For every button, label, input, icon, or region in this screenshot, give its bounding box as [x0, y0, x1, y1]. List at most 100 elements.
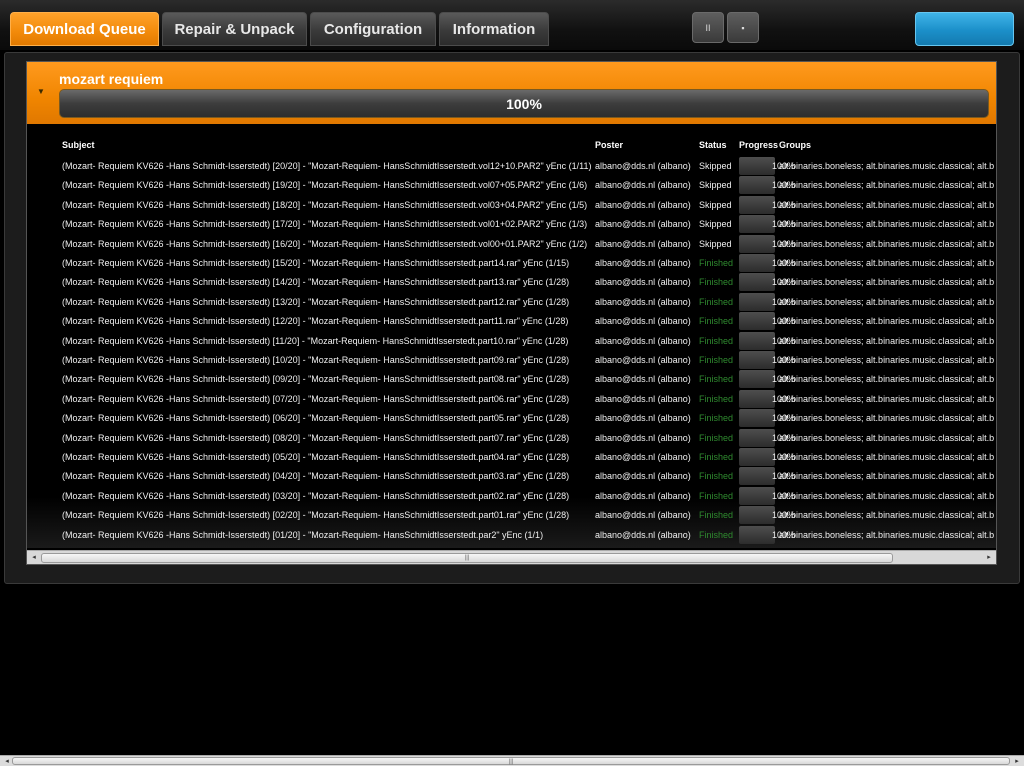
row-poster: albano@dds.nl (albano) [595, 277, 691, 288]
page-horizontal-scrollbar[interactable]: ◂ ||| ▸ [0, 755, 1024, 766]
save-icon: ▪ [741, 22, 745, 33]
column-header-groups[interactable]: Groups [779, 140, 811, 150]
row-groups: alt.binaries.boneless; alt.binaries.musi… [779, 452, 995, 462]
row-groups: alt.binaries.boneless; alt.binaries.musi… [779, 529, 995, 540]
column-header-poster[interactable]: Poster [595, 140, 623, 150]
row-status: Finished [699, 510, 734, 521]
row-status: Finished [699, 529, 734, 540]
row-groups: alt.binaries.boneless; alt.binaries.musi… [779, 355, 995, 365]
column-header-progress[interactable]: Progress [739, 140, 778, 150]
row-groups: alt.binaries.boneless; alt.binaries.musi… [779, 393, 995, 404]
tab-repair-unpack[interactable]: Repair & Unpack [162, 12, 307, 46]
row-subject: (Mozart- Requiem KV626 -Hans Schmidt-Iss… [62, 219, 588, 230]
table-row[interactable]: (Mozart- Requiem KV626 -Hans Schmidt-Iss… [27, 389, 996, 409]
table-row[interactable]: (Mozart- Requiem KV626 -Hans Schmidt-Iss… [27, 215, 996, 234]
group-header: ▼ mozart requiem 100% [27, 62, 996, 124]
article-table: Subject Poster Status Progress Groups (M… [27, 124, 996, 548]
row-progress-bar [739, 292, 775, 311]
row-status: Finished [699, 277, 734, 288]
action-button[interactable] [915, 12, 1014, 46]
row-subject: (Mozart- Requiem KV626 -Hans Schmidt-Iss… [62, 510, 570, 521]
row-poster: albano@dds.nl (albano) [595, 355, 691, 365]
row-poster: albano@dds.nl (albano) [595, 374, 691, 385]
pause-button[interactable]: II [692, 12, 724, 43]
row-status: Finished [699, 413, 734, 424]
row-subject: (Mozart- Requiem KV626 -Hans Schmidt-Iss… [62, 355, 570, 365]
row-progress-bar [739, 389, 775, 408]
row-progress-bar [739, 506, 775, 525]
tab-download-queue[interactable]: Download Queue [10, 12, 159, 46]
row-subject: (Mozart- Requiem KV626 -Hans Schmidt-Iss… [62, 452, 570, 462]
table-row[interactable]: (Mozart- Requiem KV626 -Hans Schmidt-Iss… [27, 331, 996, 351]
table-row[interactable]: (Mozart- Requiem KV626 -Hans Schmidt-Iss… [27, 195, 996, 215]
table-row[interactable]: (Mozart- Requiem KV626 -Hans Schmidt-Iss… [27, 506, 996, 525]
pause-icon: II [705, 22, 711, 33]
row-progress-bar [739, 370, 775, 389]
row-subject: (Mozart- Requiem KV626 -Hans Schmidt-Iss… [62, 393, 570, 404]
row-status: Finished [699, 490, 734, 501]
tab-information[interactable]: Information [439, 12, 549, 46]
table-row[interactable]: (Mozart- Requiem KV626 -Hans Schmidt-Iss… [27, 467, 996, 486]
row-poster: albano@dds.nl (albano) [595, 219, 691, 230]
row-poster: albano@dds.nl (albano) [595, 199, 691, 210]
table-row[interactable]: (Mozart- Requiem KV626 -Hans Schmidt-Iss… [27, 292, 996, 312]
table-horizontal-scrollbar[interactable]: ◂ ||| ▸ [27, 550, 996, 564]
tab-configuration[interactable]: Configuration [310, 12, 436, 46]
chevron-down-icon[interactable]: ▼ [37, 87, 47, 97]
table-row[interactable]: (Mozart- Requiem KV626 -Hans Schmidt-Iss… [27, 234, 996, 254]
page-scrollbar-thumb[interactable]: ||| [12, 757, 1010, 765]
row-progress-bar [739, 176, 775, 195]
row-groups: alt.binaries.boneless; alt.binaries.musi… [779, 219, 995, 230]
row-progress-bar [739, 351, 775, 369]
row-groups: alt.binaries.boneless; alt.binaries.musi… [779, 277, 995, 288]
table-row[interactable]: (Mozart- Requiem KV626 -Hans Schmidt-Iss… [27, 370, 996, 389]
row-status: Finished [699, 296, 734, 307]
group-title: mozart requiem [59, 71, 164, 87]
row-groups: alt.binaries.boneless; alt.binaries.musi… [779, 490, 995, 501]
row-progress-bar [739, 215, 775, 234]
row-status: Finished [699, 471, 734, 482]
scroll-left-icon[interactable]: ◂ [29, 553, 39, 563]
page-scroll-right-icon[interactable]: ▸ [1012, 757, 1022, 766]
row-subject: (Mozart- Requiem KV626 -Hans Schmidt-Iss… [62, 432, 570, 443]
row-subject: (Mozart- Requiem KV626 -Hans Schmidt-Iss… [62, 277, 570, 288]
table-row[interactable]: (Mozart- Requiem KV626 -Hans Schmidt-Iss… [27, 176, 996, 195]
page-scroll-left-icon[interactable]: ◂ [2, 757, 12, 766]
row-subject: (Mozart- Requiem KV626 -Hans Schmidt-Iss… [62, 316, 569, 327]
row-groups: alt.binaries.boneless; alt.binaries.musi… [779, 199, 995, 210]
table-row[interactable]: (Mozart- Requiem KV626 -Hans Schmidt-Iss… [27, 312, 996, 331]
row-poster: albano@dds.nl (albano) [595, 238, 691, 249]
row-groups: alt.binaries.boneless; alt.binaries.musi… [779, 161, 995, 171]
table-row[interactable]: (Mozart- Requiem KV626 -Hans Schmidt-Iss… [27, 254, 996, 273]
row-groups: alt.binaries.boneless; alt.binaries.musi… [779, 238, 995, 249]
group-progress-bar: 100% [59, 89, 989, 118]
row-progress-bar [739, 525, 775, 544]
table-row[interactable]: (Mozart- Requiem KV626 -Hans Schmidt-Iss… [27, 351, 996, 370]
row-status: Finished [699, 258, 734, 268]
row-groups: alt.binaries.boneless; alt.binaries.musi… [779, 374, 995, 385]
row-subject: (Mozart- Requiem KV626 -Hans Schmidt-Iss… [62, 413, 570, 424]
save-button[interactable]: ▪ [727, 12, 759, 43]
column-header-subject[interactable]: Subject [62, 140, 95, 150]
row-poster: albano@dds.nl (albano) [595, 296, 691, 307]
table-row[interactable]: (Mozart- Requiem KV626 -Hans Schmidt-Iss… [27, 428, 996, 448]
row-groups: alt.binaries.boneless; alt.binaries.musi… [779, 413, 995, 424]
row-subject: (Mozart- Requiem KV626 -Hans Schmidt-Iss… [62, 199, 588, 210]
table-row[interactable]: (Mozart- Requiem KV626 -Hans Schmidt-Iss… [27, 409, 996, 428]
row-subject: (Mozart- Requiem KV626 -Hans Schmidt-Iss… [62, 490, 570, 501]
row-poster: albano@dds.nl (albano) [595, 529, 691, 540]
table-row[interactable]: (Mozart- Requiem KV626 -Hans Schmidt-Iss… [27, 525, 996, 545]
row-subject: (Mozart- Requiem KV626 -Hans Schmidt-Iss… [62, 238, 588, 249]
table-row[interactable]: (Mozart- Requiem KV626 -Hans Schmidt-Iss… [27, 273, 996, 292]
row-progress-bar [739, 331, 775, 350]
group-progress-text: 100% [506, 95, 542, 112]
scroll-right-icon[interactable]: ▸ [984, 553, 994, 563]
row-groups: alt.binaries.boneless; alt.binaries.musi… [779, 180, 995, 191]
column-header-status[interactable]: Status [699, 140, 727, 150]
table-row[interactable]: (Mozart- Requiem KV626 -Hans Schmidt-Iss… [27, 486, 996, 506]
row-status: Skipped [699, 161, 732, 171]
table-row[interactable]: (Mozart- Requiem KV626 -Hans Schmidt-Iss… [27, 448, 996, 467]
row-groups: alt.binaries.boneless; alt.binaries.musi… [779, 510, 995, 521]
table-row[interactable]: (Mozart- Requiem KV626 -Hans Schmidt-Iss… [27, 157, 996, 176]
scrollbar-thumb[interactable]: ||| [41, 553, 893, 563]
